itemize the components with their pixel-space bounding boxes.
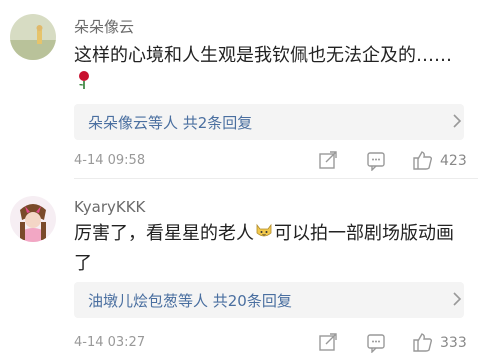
chevron-right-icon (450, 290, 464, 312)
comment-text-part-2: 可以拍一部剧场版动画 (274, 223, 454, 244)
comment-text-line-2: 了 (74, 253, 92, 274)
comment-text: 这样的心境和人生观是我钦佩也无法企及的…… (74, 45, 452, 66)
share-icon[interactable] (318, 150, 338, 174)
cat-face-icon (255, 219, 273, 249)
timestamp: 4-14 09:58 (74, 153, 146, 168)
avatar[interactable] (10, 196, 56, 242)
reply-summary[interactable]: 朵朵像云等人 共2条回复 (88, 112, 252, 133)
timestamp: 4-14 03:27 (74, 335, 146, 350)
comment-icon[interactable] (366, 151, 386, 175)
avatar[interactable] (10, 14, 56, 60)
rose-icon (76, 70, 92, 94)
comment-icon[interactable] (366, 333, 386, 357)
avatar-image (10, 14, 56, 60)
reply-summary[interactable]: 油墩儿烩包葱等人 共20条回复 (88, 290, 292, 311)
comment-item: 朵朵像云 这样的心境和人生观是我钦佩也无法企及的…… 朵朵像云等人 共2条回复 … (0, 0, 478, 178)
comment-item: KyaryKKK 厉害了，看星星的老人 可以拍一部剧场版动画 了 油墩儿烩包葱等人… (0, 178, 478, 356)
username[interactable]: 朵朵像云 (74, 16, 134, 37)
like-icon[interactable] (412, 332, 434, 356)
chevron-right-icon (450, 112, 464, 134)
avatar-image (10, 196, 56, 242)
like-icon[interactable] (412, 150, 434, 174)
comment-text-part-1: 厉害了，看星星的老人 (74, 223, 254, 244)
reply-summary-box[interactable]: 朵朵像云等人 共2条回复 (74, 104, 464, 140)
reply-summary-box[interactable]: 油墩儿烩包葱等人 共20条回复 (74, 282, 464, 318)
share-icon[interactable] (318, 332, 338, 356)
username[interactable]: KyaryKKK (74, 198, 145, 216)
like-count: 333 (440, 335, 467, 351)
like-count: 423 (440, 153, 467, 169)
comment-text-line-1: 厉害了，看星星的老人 可以拍一部剧场版动画 (74, 219, 470, 249)
